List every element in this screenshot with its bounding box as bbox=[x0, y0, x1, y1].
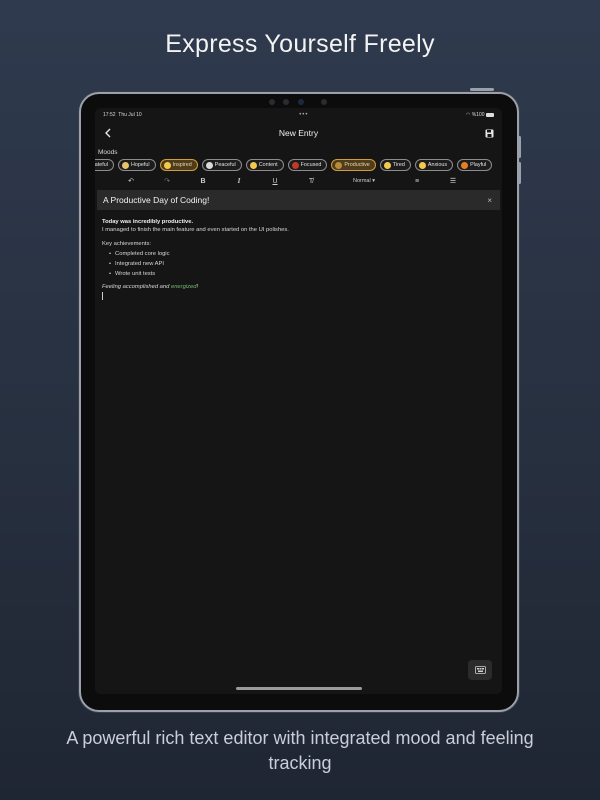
status-time: 17:52 bbox=[103, 112, 116, 118]
page-title: New Entry bbox=[278, 128, 319, 138]
clear-format-button[interactable]: T̸ bbox=[293, 178, 329, 185]
keyboard-toggle-button[interactable] bbox=[468, 660, 492, 680]
redo-button[interactable]: ↷ bbox=[149, 177, 185, 185]
mood-emoji-icon bbox=[121, 161, 129, 169]
mood-chip[interactable]: Productive bbox=[331, 159, 376, 171]
wifi-icon: ◠ bbox=[466, 112, 471, 118]
achievements-list: Completed core logic Integrated new API … bbox=[102, 249, 495, 279]
closing-italic: Feeling accomplished and bbox=[102, 284, 171, 290]
mood-chip-label: Tired bbox=[392, 162, 405, 168]
closing-accent: energized bbox=[170, 284, 197, 290]
list-item: Wrote unit tests bbox=[109, 269, 495, 279]
rich-text-editor[interactable]: Today was incredibly productive. I manag… bbox=[95, 210, 502, 308]
camera-dot bbox=[269, 99, 275, 105]
undo-button[interactable]: ↶ bbox=[113, 177, 149, 185]
keyboard-icon bbox=[474, 666, 486, 674]
mood-emoji-icon bbox=[291, 161, 299, 169]
mood-chip[interactable]: rateful bbox=[95, 159, 114, 171]
battery-text: %100 bbox=[471, 112, 485, 118]
bold-button[interactable]: B bbox=[185, 178, 221, 185]
battery-icon bbox=[485, 112, 494, 117]
app-bar: New Entry bbox=[95, 122, 502, 144]
mood-chip-label: Content bbox=[258, 162, 278, 168]
format-toolbar: ↶ ↷ B I U T̸ Normal ▾ ≡ ☰ bbox=[95, 172, 502, 190]
mood-emoji-icon bbox=[418, 161, 426, 169]
camera-dot bbox=[298, 99, 304, 105]
mood-chip[interactable]: Focused bbox=[287, 159, 328, 171]
underline-button[interactable]: U bbox=[257, 178, 293, 185]
moods-label: Moods bbox=[98, 149, 118, 156]
mood-emoji-icon bbox=[461, 161, 469, 169]
multitask-dots[interactable]: ••• bbox=[299, 112, 308, 118]
status-right: ◠ %100 bbox=[466, 112, 494, 118]
editor-bold-line: Today was incredibly productive. bbox=[102, 219, 194, 225]
mood-chip[interactable]: Playful bbox=[457, 159, 493, 171]
headline: Express Yourself Freely bbox=[165, 30, 435, 58]
back-button[interactable] bbox=[102, 127, 114, 139]
entry-title-field[interactable]: A Productive Day of Coding! × bbox=[97, 190, 500, 210]
tablet-volume-button bbox=[518, 136, 521, 158]
status-bar: 17:52 Thu Jul 10 ••• ◠ %100 bbox=[95, 108, 502, 122]
status-time-date: 17:52 Thu Jul 10 bbox=[103, 112, 142, 118]
mood-chip-label: Anxious bbox=[427, 162, 448, 168]
mood-chip[interactable]: Anxious bbox=[414, 159, 454, 171]
caption: A powerful rich text editor with integra… bbox=[66, 728, 534, 773]
entry-title[interactable]: A Productive Day of Coding! bbox=[103, 195, 209, 205]
mood-chip-label: Inspired bbox=[172, 162, 192, 168]
mood-chip-label: Hopeful bbox=[130, 162, 150, 168]
mood-chip[interactable]: Tired bbox=[379, 159, 411, 171]
mood-chip[interactable]: Hopeful bbox=[117, 159, 156, 171]
mood-emoji-icon bbox=[163, 161, 171, 169]
tablet-top-button bbox=[470, 88, 494, 91]
mood-chip-label: Playful bbox=[470, 162, 487, 168]
text-cursor bbox=[102, 292, 103, 300]
italic-button[interactable]: I bbox=[221, 177, 257, 185]
home-indicator[interactable] bbox=[235, 687, 362, 690]
closing-line: Feeling accomplished and energized! bbox=[102, 283, 495, 291]
bullet-list-button[interactable]: ☰ bbox=[435, 177, 471, 185]
mood-chip[interactable]: Inspired bbox=[159, 159, 198, 171]
text-style-select[interactable]: Normal ▾ bbox=[329, 178, 399, 184]
camera-dot bbox=[283, 99, 289, 105]
save-icon bbox=[485, 129, 493, 137]
status-date: Thu Jul 10 bbox=[118, 112, 142, 118]
clear-title-button[interactable]: × bbox=[487, 196, 492, 205]
save-button[interactable] bbox=[483, 127, 495, 139]
editor-line: I managed to finish the main feature and… bbox=[102, 227, 289, 233]
closing-end: ! bbox=[196, 284, 199, 290]
mood-chip-list: rateful Hopeful Inspired Peaceful Content Foc… bbox=[95, 158, 502, 172]
mood-chip[interactable]: Peaceful bbox=[201, 159, 242, 171]
mood-emoji-icon bbox=[335, 161, 343, 169]
mood-emoji-icon bbox=[205, 161, 213, 169]
achievements-label: Key achievements: bbox=[102, 241, 151, 247]
mood-chip-label: Productive bbox=[344, 162, 370, 168]
mood-emoji-icon bbox=[249, 161, 257, 169]
camera-dot bbox=[321, 99, 327, 105]
list-item: Completed core logic bbox=[109, 249, 495, 259]
mood-chip-label: rateful bbox=[95, 162, 108, 168]
mood-chip-label: Peaceful bbox=[214, 162, 236, 168]
list-item: Integrated new API bbox=[109, 259, 495, 269]
mood-emoji-icon bbox=[383, 161, 391, 169]
chevron-left-icon bbox=[105, 128, 111, 138]
tablet-volume-button bbox=[518, 162, 521, 184]
mood-chip[interactable]: Content bbox=[245, 159, 284, 171]
numbered-list-button[interactable]: ≡ bbox=[399, 178, 435, 185]
mood-chip-label: Focused bbox=[300, 162, 322, 168]
app-screen: 17:52 Thu Jul 10 ••• ◠ %100 New Entry Mo… bbox=[95, 108, 502, 694]
